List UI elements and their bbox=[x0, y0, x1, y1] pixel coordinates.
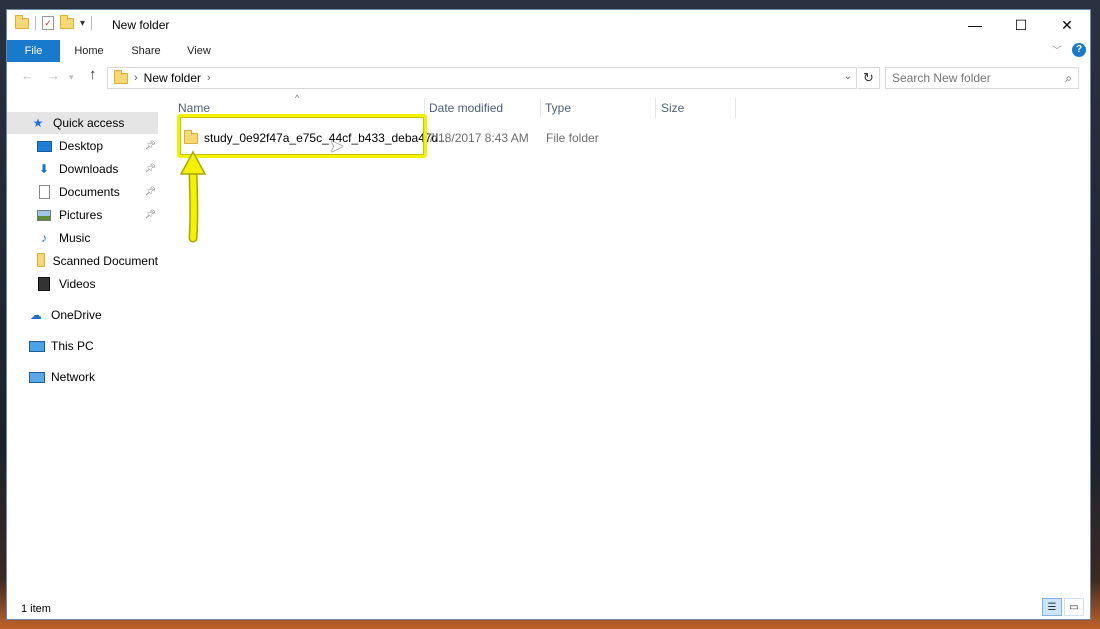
music-note-icon: ♪ bbox=[41, 231, 47, 245]
sidebar-item-onedrive[interactable]: ☁ OneDrive bbox=[7, 304, 158, 326]
new-folder-icon[interactable] bbox=[60, 14, 74, 29]
forward-arrow-icon[interactable]: → bbox=[47, 68, 60, 83]
expand-ribbon-icon[interactable]: ﹀ bbox=[1052, 42, 1062, 57]
sidebar-item-label: Desktop bbox=[59, 139, 104, 153]
sidebar-item-this-pc[interactable]: This PC bbox=[7, 335, 158, 357]
ribbon-right-controls: ﹀ ? bbox=[1052, 42, 1086, 57]
sidebar-item-label: Documents bbox=[59, 185, 120, 199]
mouse-cursor-icon: ➤ bbox=[329, 136, 345, 156]
breadcrumb-new-folder[interactable]: New folder bbox=[144, 71, 201, 85]
column-header-size[interactable]: Size bbox=[661, 101, 684, 115]
folder-icon bbox=[37, 252, 45, 267]
address-bar[interactable]: › New folder › ⌄ bbox=[107, 67, 857, 89]
star-icon: ★ bbox=[32, 116, 44, 130]
sidebar-item-label: Quick access bbox=[53, 116, 125, 130]
recent-locations-icon[interactable]: ▾ bbox=[69, 72, 74, 83]
download-icon: ⬇ bbox=[38, 162, 50, 176]
properties-icon[interactable]: ✓ bbox=[42, 16, 54, 30]
window-controls: — ☐ ✕ bbox=[952, 10, 1090, 40]
sidebar-item-downloads[interactable]: ⬇ Downloads 📌︎ bbox=[7, 158, 158, 180]
minimize-button[interactable]: — bbox=[952, 10, 998, 40]
ribbon-tabs: File Home Share View ﹀ ? bbox=[7, 40, 1090, 62]
help-icon[interactable]: ? bbox=[1072, 42, 1086, 57]
sidebar-item-label: Scanned Document bbox=[52, 254, 158, 268]
address-dropdown-icon[interactable]: ⌄ bbox=[844, 71, 852, 82]
folder-icon bbox=[114, 69, 128, 84]
sidebar-item-videos[interactable]: Videos bbox=[7, 273, 158, 295]
column-header-date-modified[interactable]: Date modified bbox=[429, 101, 503, 115]
toolbar-separator bbox=[35, 16, 36, 30]
tab-file[interactable]: File bbox=[7, 40, 60, 62]
sidebar-item-pictures[interactable]: Pictures 📌︎ bbox=[7, 204, 158, 226]
sidebar-item-quick-access[interactable]: ★ Quick access bbox=[7, 112, 158, 134]
pin-icon[interactable]: 📌︎ bbox=[145, 163, 156, 174]
sidebar-item-label: This PC bbox=[51, 339, 94, 353]
desktop-icon bbox=[37, 140, 52, 152]
quick-access-toolbar: ✓ ▾ bbox=[15, 14, 93, 30]
type-cell: File folder bbox=[546, 131, 599, 145]
computer-icon bbox=[29, 340, 45, 352]
pictures-icon bbox=[37, 209, 51, 221]
tab-view[interactable]: View bbox=[179, 40, 219, 62]
video-icon bbox=[38, 277, 50, 291]
maximize-button[interactable]: ☐ bbox=[998, 10, 1044, 40]
sidebar-item-documents[interactable]: Documents 📌︎ bbox=[7, 181, 158, 203]
folder-icon bbox=[15, 14, 29, 29]
cloud-icon: ☁ bbox=[30, 308, 42, 322]
document-icon bbox=[39, 185, 50, 199]
breadcrumb-separator-icon[interactable]: › bbox=[207, 72, 211, 84]
breadcrumb-separator-icon[interactable]: › bbox=[134, 72, 138, 84]
column-separator[interactable] bbox=[735, 98, 736, 118]
sidebar-item-label: Pictures bbox=[59, 208, 103, 222]
close-button[interactable]: ✕ bbox=[1044, 10, 1090, 40]
customize-toolbar-icon[interactable]: ▾ bbox=[80, 18, 85, 29]
status-item-count: 1 item bbox=[21, 603, 51, 615]
date-modified-cell: 7/18/2017 8:43 AM bbox=[428, 131, 529, 145]
sidebar-item-label: Videos bbox=[59, 277, 96, 291]
refresh-button[interactable]: ↻ bbox=[858, 67, 880, 89]
sidebar-item-label: Network bbox=[51, 370, 96, 384]
tab-share[interactable]: Share bbox=[125, 40, 167, 62]
title-bar: ✓ ▾ New folder — ☐ ✕ bbox=[7, 10, 1090, 40]
details-view-icon[interactable]: ☰ bbox=[1042, 598, 1062, 616]
pin-icon[interactable]: 📌︎ bbox=[145, 209, 156, 220]
sidebar-item-label: Music bbox=[59, 231, 91, 245]
sidebar-item-music[interactable]: ♪ Music bbox=[7, 227, 158, 249]
sidebar-item-label: OneDrive bbox=[51, 308, 102, 322]
sidebar-item-network[interactable]: Network bbox=[7, 366, 158, 388]
up-arrow-icon[interactable]: ↑ bbox=[89, 66, 97, 83]
toolbar-separator bbox=[91, 16, 93, 30]
column-separator[interactable] bbox=[655, 98, 656, 118]
search-icon[interactable]: ⌕ bbox=[1065, 71, 1072, 86]
search-input[interactable] bbox=[892, 71, 1052, 85]
explorer-window: ✓ ▾ New folder — ☐ ✕ File Home Share Vie… bbox=[6, 9, 1091, 620]
sidebar-item-label: Downloads bbox=[59, 162, 119, 176]
back-arrow-icon[interactable]: ← bbox=[21, 68, 34, 83]
large-icons-view-icon[interactable]: ▭ bbox=[1064, 598, 1084, 616]
column-separator[interactable] bbox=[540, 98, 541, 118]
tab-home[interactable]: Home bbox=[67, 40, 111, 62]
window-title: New folder bbox=[112, 18, 170, 32]
yellow-highlight-box bbox=[177, 114, 427, 158]
network-icon bbox=[29, 371, 45, 383]
column-header-name[interactable]: Name bbox=[178, 101, 210, 115]
sort-ascending-icon: ^ bbox=[295, 93, 300, 103]
search-box[interactable]: ⌕ bbox=[885, 67, 1079, 89]
sidebar-item-desktop[interactable]: Desktop 📌︎ bbox=[7, 135, 158, 157]
sidebar-item-scanned-document[interactable]: Scanned Document bbox=[7, 250, 158, 272]
column-header-type[interactable]: Type bbox=[545, 101, 571, 115]
view-switcher: ☰ ▭ bbox=[1042, 598, 1084, 616]
navigation-row: ← → ▾ ↑ › New folder › ⌄ ↻ ⌕ bbox=[7, 66, 1090, 90]
pin-icon[interactable]: 📌︎ bbox=[145, 140, 156, 151]
pin-icon[interactable]: 📌︎ bbox=[145, 186, 156, 197]
